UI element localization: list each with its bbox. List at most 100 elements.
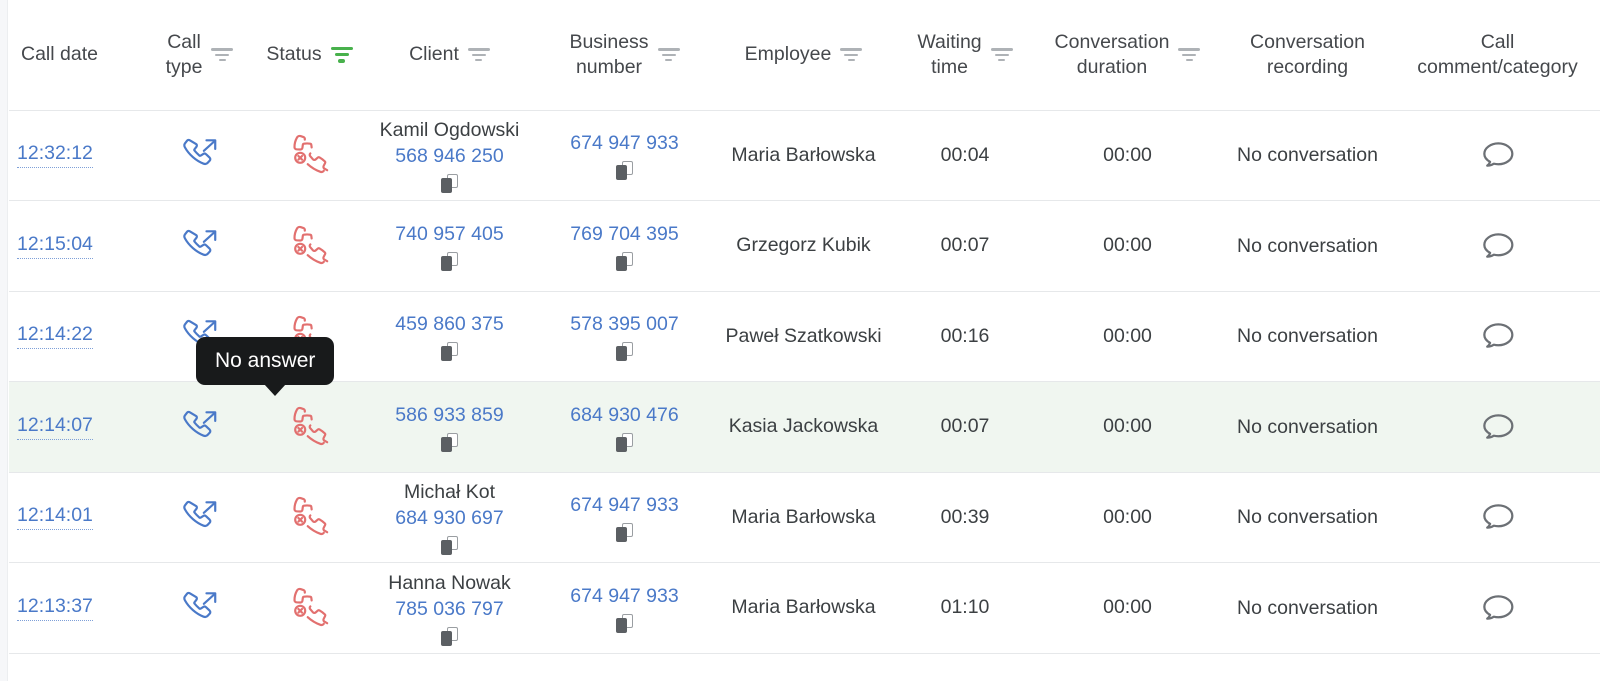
outgoing-call-icon[interactable]	[179, 410, 221, 437]
employee-name: Grzegorz Kubik	[736, 234, 871, 257]
conversation-recording-value: No conversation	[1237, 596, 1378, 619]
cell-waiting-time: 00:39	[895, 472, 1035, 563]
table-row[interactable]: 12:32:12 Kamil Ogdowski 568 946 250 674 947…	[9, 110, 1600, 201]
conversation-recording-value: No conversation	[1237, 325, 1378, 348]
column-header-call-date[interactable]: Call date	[9, 0, 142, 111]
client-number[interactable]: 740 957 405	[395, 221, 503, 247]
filter-icon-conversation-duration[interactable]	[1178, 48, 1201, 62]
column-header-conversation-recording[interactable]: Conversation recording	[1220, 0, 1395, 111]
no-answer-icon[interactable]	[289, 406, 331, 445]
client-number[interactable]: 785 036 797	[395, 596, 503, 622]
business-number[interactable]: 674 947 933	[570, 583, 678, 609]
column-label-conversation-recording: Conversation recording	[1250, 30, 1365, 78]
outgoing-call-icon[interactable]	[179, 501, 221, 528]
cell-waiting-time: 01:10	[895, 562, 1035, 654]
copy-client-number-icon[interactable]	[441, 626, 458, 646]
cell-employee: Maria Barłowska	[712, 562, 895, 654]
copy-business-number-icon[interactable]	[616, 432, 633, 452]
cell-conversation-duration: 00:00	[1035, 562, 1220, 654]
cell-client: 459 860 375	[362, 291, 537, 382]
call-date-link[interactable]: 12:32:12	[17, 142, 93, 169]
copy-business-number-icon[interactable]	[616, 342, 633, 362]
business-number[interactable]: 674 947 933	[570, 130, 678, 156]
cell-employee: Maria Barłowska	[712, 472, 895, 563]
call-date-link[interactable]: 12:13:37	[17, 595, 93, 621]
speech-bubble-icon[interactable]	[1478, 504, 1518, 530]
client-number[interactable]: 459 860 375	[395, 311, 503, 337]
column-header-employee[interactable]: Employee	[712, 0, 895, 111]
cell-conversation-recording: No conversation	[1220, 200, 1395, 292]
filter-icon-employee[interactable]	[840, 48, 863, 62]
column-label-call-type: Call type	[165, 30, 203, 78]
no-answer-icon[interactable]	[289, 497, 331, 536]
cell-business-number: 578 395 007	[537, 291, 712, 382]
client-number[interactable]: 684 930 697	[395, 505, 503, 531]
cell-call-comment-category	[1395, 291, 1600, 382]
speech-bubble-icon[interactable]	[1478, 595, 1518, 620]
cell-business-number: 674 947 933	[537, 110, 712, 201]
column-header-call-type[interactable]: Call type	[142, 0, 257, 111]
speech-bubble-icon[interactable]	[1478, 142, 1518, 168]
outgoing-call-icon[interactable]	[179, 139, 221, 166]
copy-business-number-icon[interactable]	[616, 251, 633, 271]
waiting-time-value: 00:07	[940, 234, 990, 257]
outgoing-call-icon[interactable]	[179, 229, 221, 256]
cell-business-number: 674 947 933	[537, 562, 712, 654]
column-header-status[interactable]: Status	[257, 0, 362, 111]
column-header-client[interactable]: Client	[362, 0, 537, 111]
no-answer-icon[interactable]	[289, 135, 331, 174]
filter-icon-business-number[interactable]	[657, 48, 680, 62]
cell-conversation-duration: 00:00	[1035, 472, 1220, 563]
copy-client-number-icon[interactable]	[441, 432, 458, 452]
no-answer-icon[interactable]	[289, 225, 331, 264]
cell-call-comment-category	[1395, 381, 1600, 473]
speech-bubble-icon[interactable]	[1478, 233, 1518, 258]
call-date-link[interactable]: 12:14:07	[17, 414, 93, 440]
copy-client-number-icon[interactable]	[441, 251, 458, 271]
table-row[interactable]: 12:13:37 Hanna Nowak 785 036 797 674 947 93…	[9, 562, 1600, 654]
outgoing-call-icon[interactable]	[179, 591, 221, 618]
column-header-waiting-time[interactable]: Waiting time	[895, 0, 1035, 111]
conversation-duration-value: 00:00	[1103, 596, 1152, 619]
speech-bubble-icon[interactable]	[1478, 323, 1518, 349]
table-row[interactable]: 12:15:04 740 957 405 769 704 395 Grzegorz K…	[9, 200, 1600, 292]
no-answer-icon[interactable]	[289, 587, 331, 626]
business-number[interactable]: 684 930 476	[570, 402, 678, 428]
table-row[interactable]: 12:14:01 Michał Kot 684 930 697 674 947 933…	[9, 472, 1600, 563]
copy-client-number-icon[interactable]	[441, 174, 458, 194]
cell-call-comment-category	[1395, 472, 1600, 563]
cell-conversation-duration: 00:00	[1035, 200, 1220, 292]
cell-conversation-recording: No conversation	[1220, 472, 1395, 563]
column-header-call-comment-category[interactable]: Call comment/category	[1395, 0, 1600, 111]
cell-call-date: 12:32:12	[9, 110, 142, 201]
copy-business-number-icon[interactable]	[616, 523, 633, 543]
copy-client-number-icon[interactable]	[441, 342, 458, 362]
waiting-time-value: 00:04	[940, 143, 990, 166]
copy-business-number-icon[interactable]	[616, 613, 633, 633]
call-date-link[interactable]: 12:15:04	[17, 233, 93, 259]
business-number[interactable]: 578 395 007	[570, 311, 678, 337]
client-number[interactable]: 568 946 250	[395, 143, 503, 169]
filter-icon-waiting-time[interactable]	[990, 48, 1013, 62]
copy-business-number-icon[interactable]	[616, 161, 633, 181]
cell-employee: Maria Barłowska	[712, 110, 895, 201]
filter-icon-call-type[interactable]	[211, 48, 234, 62]
filter-icon-client[interactable]	[467, 48, 490, 62]
call-date-link[interactable]: 12:14:22	[17, 323, 93, 350]
cell-conversation-recording: No conversation	[1220, 381, 1395, 473]
table-row[interactable]: 12:14:07 586 933 859 684 930 476 Kasia Jack…	[9, 381, 1600, 473]
filter-icon-status[interactable]	[330, 46, 353, 63]
copy-client-number-icon[interactable]	[441, 536, 458, 556]
column-label-waiting-time: Waiting time	[917, 30, 982, 78]
column-header-conversation-duration[interactable]: Conversation duration	[1035, 0, 1220, 111]
column-label-call-date: Call date	[21, 43, 98, 66]
speech-bubble-icon[interactable]	[1478, 414, 1518, 439]
business-number[interactable]: 674 947 933	[570, 492, 678, 518]
cell-waiting-time: 00:16	[895, 291, 1035, 382]
business-number[interactable]: 769 704 395	[570, 221, 678, 247]
column-header-business-number[interactable]: Business number	[537, 0, 712, 111]
client-number[interactable]: 586 933 859	[395, 402, 503, 428]
cell-call-comment-category	[1395, 200, 1600, 292]
cell-status	[257, 110, 362, 201]
call-date-link[interactable]: 12:14:01	[17, 504, 93, 531]
